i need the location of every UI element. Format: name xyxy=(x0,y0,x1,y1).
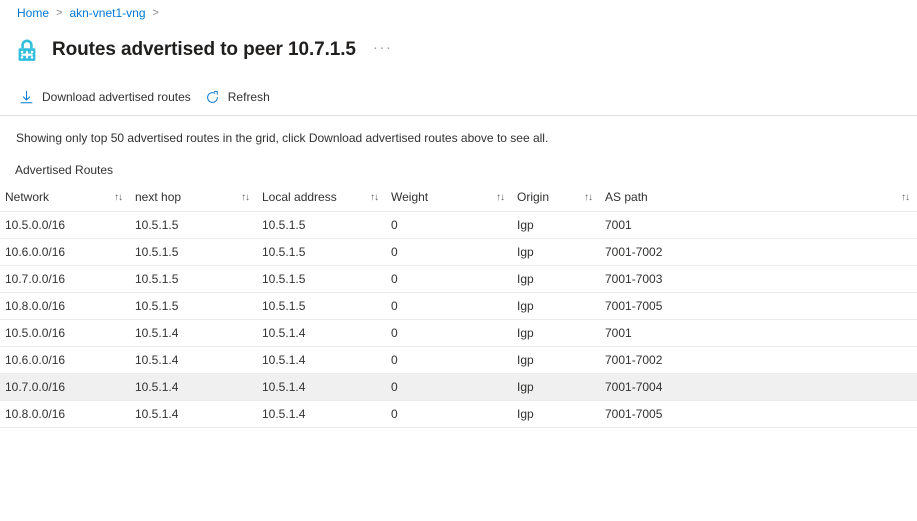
cell-local-address: 10.5.1.4 xyxy=(257,373,386,401)
cell-next-hop: 10.5.1.4 xyxy=(130,346,257,374)
column-header-local-address[interactable]: Local address ↑↓ xyxy=(257,183,386,212)
cell-weight: 0 xyxy=(386,292,512,320)
refresh-label: Refresh xyxy=(227,90,270,104)
cell-network: 10.6.0.0/16 xyxy=(0,346,130,374)
download-icon xyxy=(18,89,35,106)
cell-weight: 0 xyxy=(386,319,512,347)
table-row[interactable]: 10.7.0.0/16 10.5.1.4 10.5.1.4 0 Igp 7001-7004 xyxy=(0,373,917,401)
cell-origin: Igp xyxy=(512,292,600,320)
column-header-weight-label: Weight xyxy=(391,190,429,205)
routes-table-body: 10.5.0.0/16 10.5.1.5 10.5.1.5 0 Igp 7001 10.6.… xyxy=(0,211,917,428)
cell-network: 10.7.0.0/16 xyxy=(0,265,130,293)
cell-next-hop: 10.5.1.5 xyxy=(130,238,257,266)
cell-next-hop: 10.5.1.5 xyxy=(130,265,257,293)
download-advertised-routes-label: Download advertised routes xyxy=(42,90,191,104)
column-header-weight[interactable]: Weight ↑↓ xyxy=(386,183,512,212)
cell-network: 10.6.0.0/16 xyxy=(0,238,130,266)
cell-network: 10.8.0.0/16 xyxy=(0,292,130,320)
sort-toggle-icon[interactable]: ↑↓ xyxy=(364,192,379,203)
cell-network: 10.5.0.0/16 xyxy=(0,211,130,239)
cell-local-address: 10.5.1.4 xyxy=(257,319,386,347)
cell-origin: Igp xyxy=(512,400,600,428)
page-header: Routes advertised to peer 10.7.1.5 ··· xyxy=(0,26,917,70)
cell-weight: 0 xyxy=(386,346,512,374)
cell-next-hop: 10.5.1.4 xyxy=(130,373,257,401)
cell-local-address: 10.5.1.4 xyxy=(257,346,386,374)
column-header-local-address-label: Local address xyxy=(262,190,337,205)
page-title: Routes advertised to peer 10.7.1.5 xyxy=(52,39,356,60)
cell-local-address: 10.5.1.4 xyxy=(257,400,386,428)
cell-origin: Igp xyxy=(512,373,600,401)
cell-as-path: 7001-7005 xyxy=(600,400,917,428)
column-header-network[interactable]: Network ↑↓ xyxy=(0,183,130,212)
more-options-button[interactable]: ··· xyxy=(370,39,396,61)
cell-local-address: 10.5.1.5 xyxy=(257,238,386,266)
cell-next-hop: 10.5.1.4 xyxy=(130,400,257,428)
cell-weight: 0 xyxy=(386,211,512,239)
breadcrumb-item-resource[interactable]: akn-vnet1-vng xyxy=(69,6,145,20)
cell-local-address: 10.5.1.5 xyxy=(257,211,386,239)
table-header-row: Network ↑↓ next hop ↑↓ Local address ↑↓ xyxy=(0,183,917,212)
top-routes-notice: Showing only top 50 advertised routes in… xyxy=(16,131,549,145)
table-row[interactable]: 10.8.0.0/16 10.5.1.4 10.5.1.4 0 Igp 7001-7005 xyxy=(0,400,917,428)
cell-local-address: 10.5.1.5 xyxy=(257,292,386,320)
table-row[interactable]: 10.7.0.0/16 10.5.1.5 10.5.1.5 0 Igp 7001-7003 xyxy=(0,265,917,293)
column-header-origin[interactable]: Origin ↑↓ xyxy=(512,183,600,212)
cell-as-path: 7001-7005 xyxy=(600,292,917,320)
breadcrumb-separator-2: > xyxy=(152,7,159,19)
refresh-icon xyxy=(204,89,221,106)
routes-table: Network ↑↓ next hop ↑↓ Local address ↑↓ xyxy=(0,183,917,428)
cell-origin: Igp xyxy=(512,346,600,374)
cell-as-path: 7001-7004 xyxy=(600,373,917,401)
column-header-as-path[interactable]: AS path ↑↓ xyxy=(600,183,917,212)
table-row[interactable]: 10.5.0.0/16 10.5.1.5 10.5.1.5 0 Igp 7001 xyxy=(0,211,917,239)
table-row[interactable]: 10.5.0.0/16 10.5.1.4 10.5.1.4 0 Igp 7001 xyxy=(0,319,917,347)
cell-weight: 0 xyxy=(386,238,512,266)
advertised-routes-grid: Network ↑↓ next hop ↑↓ Local address ↑↓ xyxy=(0,183,917,428)
cell-origin: Igp xyxy=(512,319,600,347)
column-header-as-path-label: AS path xyxy=(605,190,648,205)
cell-local-address: 10.5.1.5 xyxy=(257,265,386,293)
column-header-network-label: Network xyxy=(5,190,50,205)
cell-weight: 0 xyxy=(386,373,512,401)
column-header-origin-label: Origin xyxy=(517,190,550,205)
cell-as-path: 7001 xyxy=(600,319,917,347)
sort-toggle-icon[interactable]: ↑↓ xyxy=(235,192,250,203)
refresh-button[interactable]: Refresh xyxy=(200,83,279,111)
sort-toggle-icon[interactable]: ↑↓ xyxy=(578,192,593,203)
sort-toggle-icon[interactable]: ↑↓ xyxy=(895,192,910,203)
cell-as-path: 7001-7003 xyxy=(600,265,917,293)
advertised-routes-caption: Advertised Routes xyxy=(15,162,114,177)
cell-weight: 0 xyxy=(386,265,512,293)
column-header-next-hop-label: next hop xyxy=(135,190,182,205)
cell-origin: Igp xyxy=(512,211,600,239)
cell-next-hop: 10.5.1.5 xyxy=(130,211,257,239)
sort-toggle-icon[interactable]: ↑↓ xyxy=(490,192,505,203)
column-header-next-hop[interactable]: next hop ↑↓ xyxy=(130,183,257,212)
cell-network: 10.7.0.0/16 xyxy=(0,373,130,401)
vpn-gateway-lock-icon xyxy=(14,36,40,64)
cell-next-hop: 10.5.1.4 xyxy=(130,319,257,347)
cell-network: 10.5.0.0/16 xyxy=(0,319,130,347)
cell-as-path: 7001 xyxy=(600,211,917,239)
download-advertised-routes-button[interactable]: Download advertised routes xyxy=(14,83,200,111)
cell-origin: Igp xyxy=(512,265,600,293)
breadcrumb: Home > akn-vnet1-vng > xyxy=(0,0,917,26)
breadcrumb-separator-1: > xyxy=(56,7,63,19)
table-row[interactable]: 10.8.0.0/16 10.5.1.5 10.5.1.5 0 Igp 7001-7005 xyxy=(0,292,917,320)
table-row[interactable]: 10.6.0.0/16 10.5.1.4 10.5.1.4 0 Igp 7001-7002 xyxy=(0,346,917,374)
table-row[interactable]: 10.6.0.0/16 10.5.1.5 10.5.1.5 0 Igp 7001-7002 xyxy=(0,238,917,266)
sort-toggle-icon[interactable]: ↑↓ xyxy=(108,192,123,203)
cell-origin: Igp xyxy=(512,238,600,266)
cell-weight: 0 xyxy=(386,400,512,428)
command-bar: Download advertised routes Refresh xyxy=(0,79,917,116)
cell-as-path: 7001-7002 xyxy=(600,238,917,266)
breadcrumb-item-home[interactable]: Home xyxy=(17,6,49,20)
cell-as-path: 7001-7002 xyxy=(600,346,917,374)
cell-next-hop: 10.5.1.5 xyxy=(130,292,257,320)
cell-network: 10.8.0.0/16 xyxy=(0,400,130,428)
